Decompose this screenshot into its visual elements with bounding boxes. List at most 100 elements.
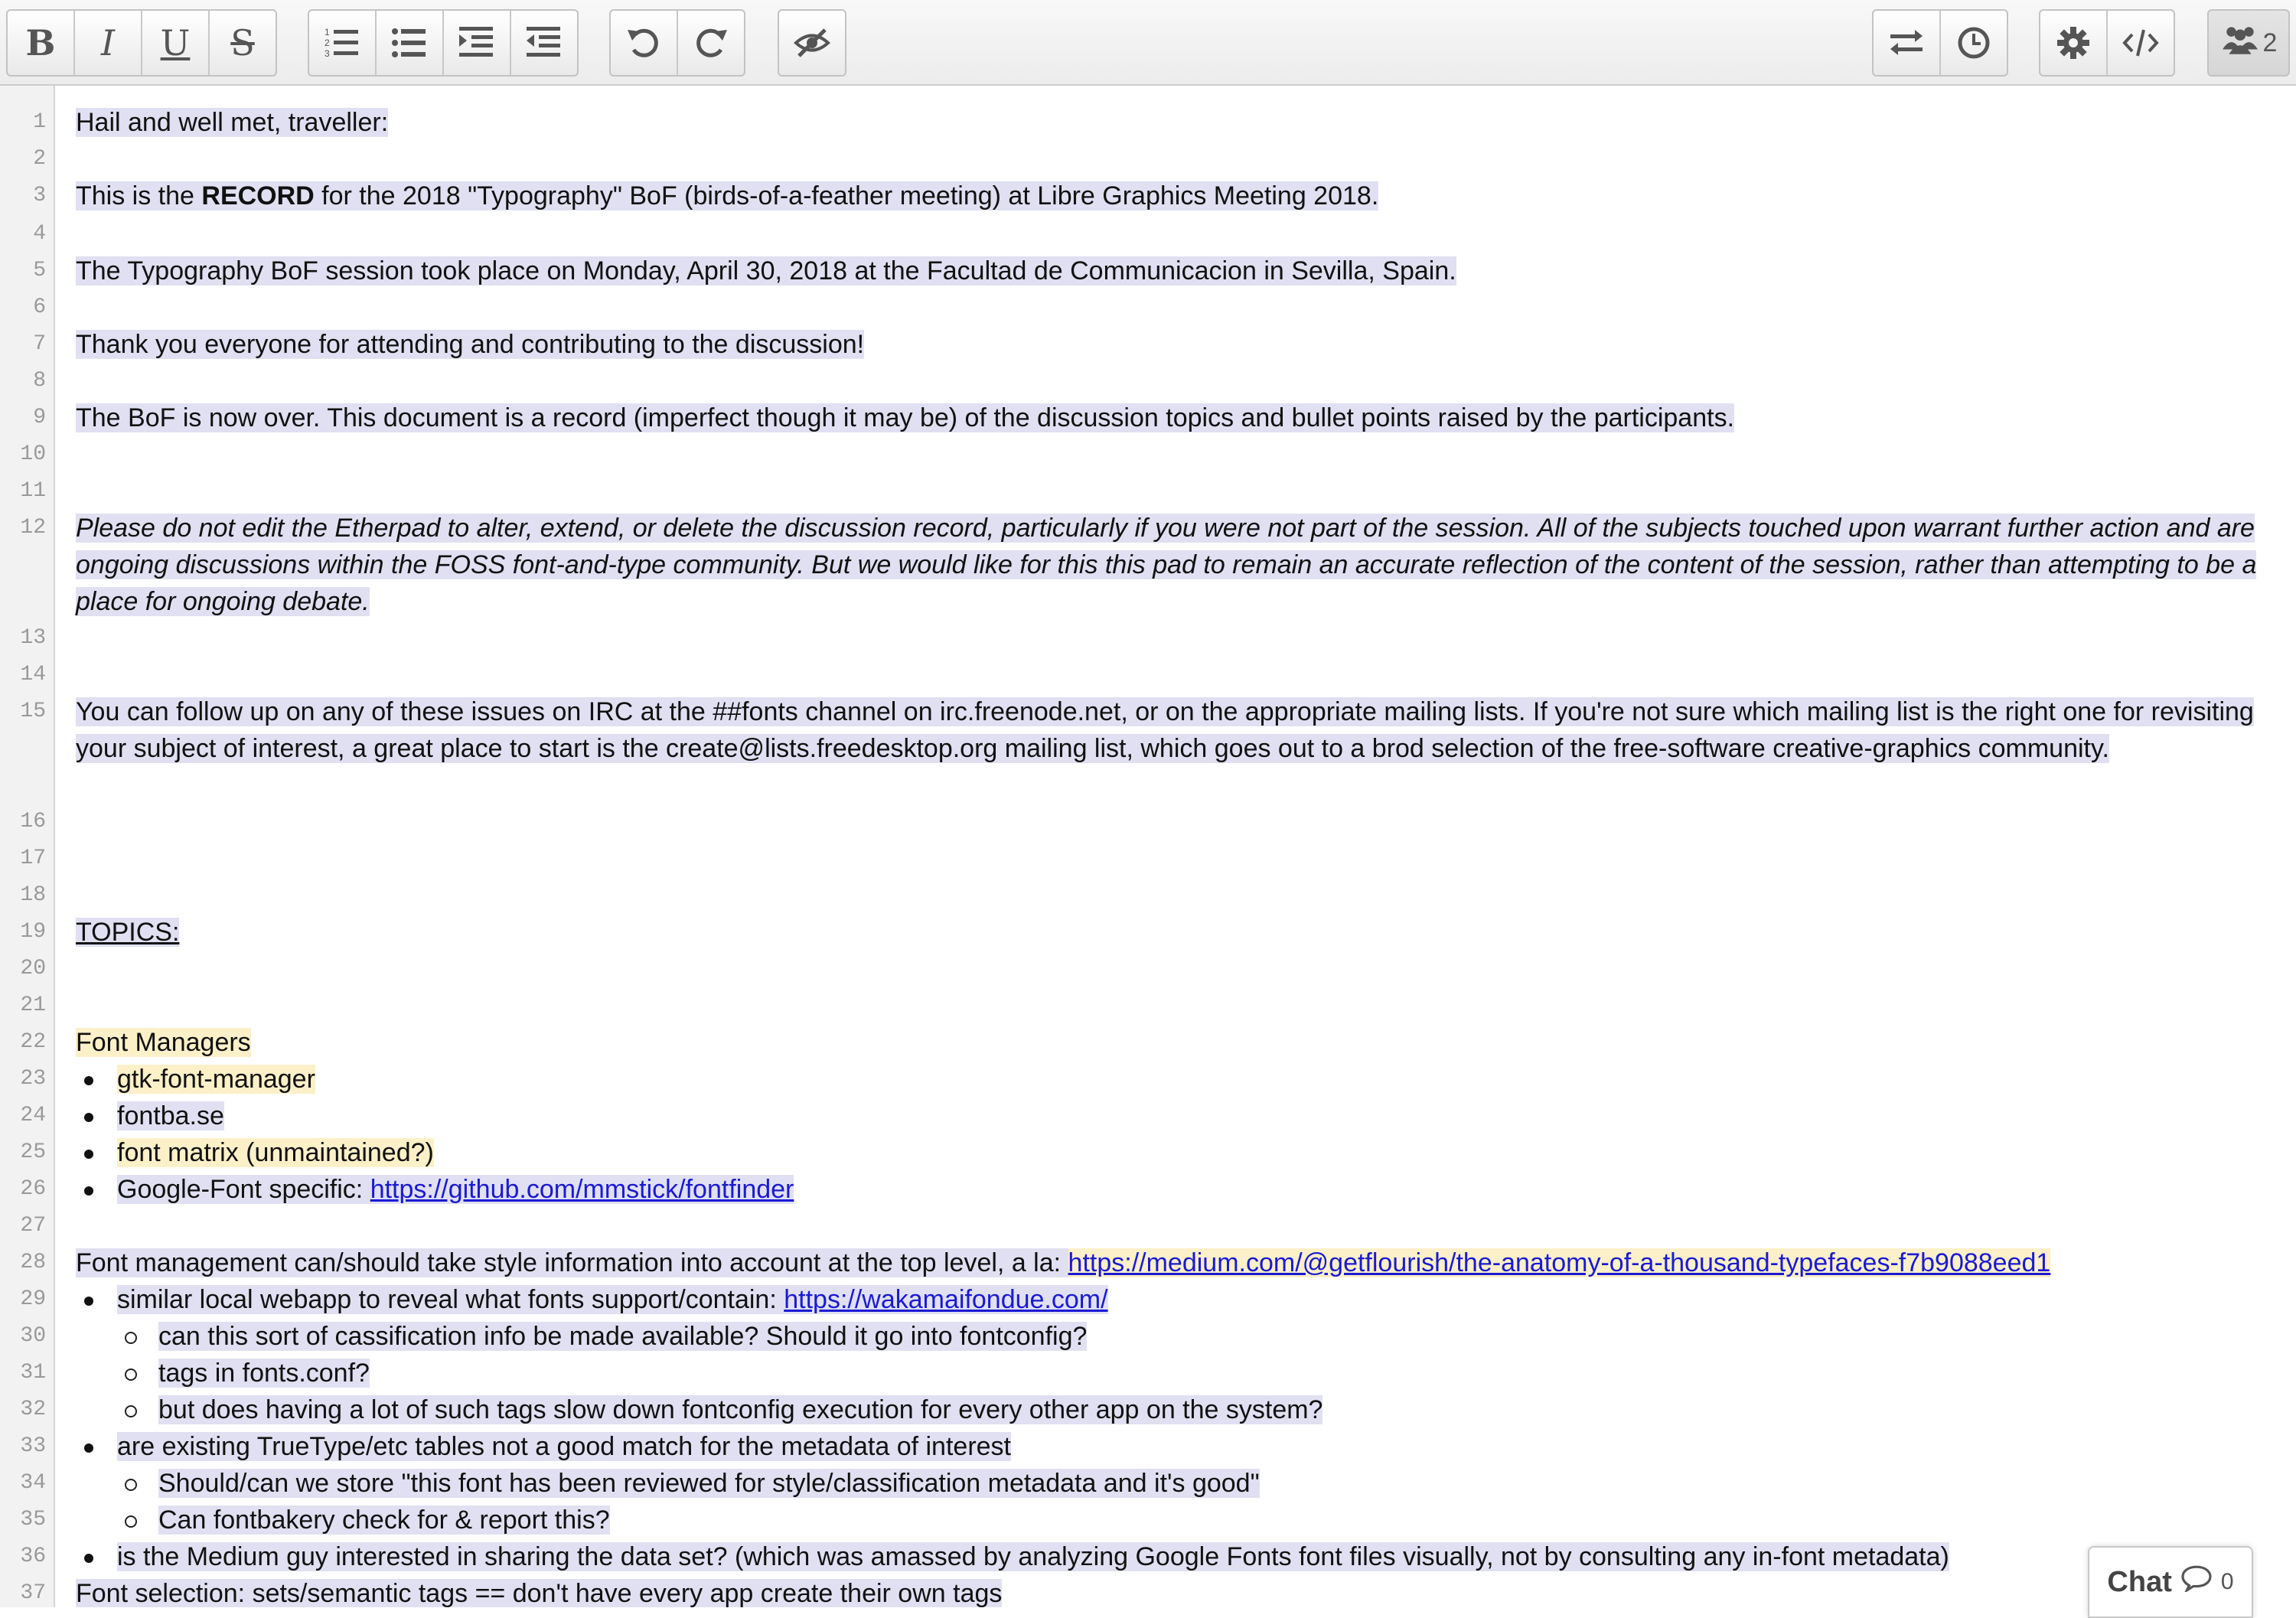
pad-line: Font management can/should take style in…	[76, 1248, 2051, 1277]
users-count: 2	[2262, 28, 2278, 57]
sub-bullet-icon	[125, 1332, 137, 1344]
pad-editor[interactable]: 1 2 3 4 5 6 7 8 9 10 11 12 13 14 15 16 1…	[0, 86, 2296, 1607]
line-number: 21	[20, 993, 46, 1017]
line-number: 20	[20, 957, 46, 980]
line-number: 17	[20, 847, 46, 870]
list-item: font matrix (unmaintained?)	[117, 1138, 434, 1167]
sub-bullet-icon	[125, 1479, 137, 1491]
svg-text:1: 1	[325, 27, 330, 38]
line-number: 12	[20, 516, 46, 540]
underline-icon[interactable]: U	[142, 11, 210, 75]
line-number: 30	[20, 1324, 46, 1348]
italic-icon[interactable]: I	[75, 11, 142, 75]
svg-text:3: 3	[325, 48, 330, 59]
redo-icon[interactable]	[678, 11, 744, 75]
fontfinder-link[interactable]: https://github.com/mmstick/fontfinder	[370, 1175, 794, 1204]
bullet-icon	[84, 1554, 93, 1563]
line-number: 6	[33, 295, 46, 319]
sub-bullet-icon	[125, 1368, 137, 1381]
line-number: 15	[20, 700, 46, 723]
users-icon	[2220, 24, 2260, 63]
line-number: 4	[33, 222, 46, 246]
unordered-list-icon[interactable]	[377, 11, 444, 75]
line-number: 5	[33, 259, 46, 282]
topics-heading: TOPICS:	[76, 918, 180, 947]
line-number: 25	[20, 1140, 46, 1164]
list-item: but does having a lot of such tags slow …	[158, 1395, 1323, 1424]
bullet-icon	[84, 1186, 93, 1196]
line-number: 22	[20, 1030, 46, 1054]
history-group	[609, 9, 745, 77]
clear-authorship-icon[interactable]	[779, 11, 845, 75]
medium-article-link[interactable]: https://medium.com/@getflourish/the-anat…	[1068, 1248, 2051, 1277]
pad-line: The Typography BoF session took place on…	[76, 256, 1456, 285]
line-number: 26	[20, 1177, 46, 1201]
line-number: 27	[20, 1214, 46, 1238]
chat-bubble-icon	[2180, 1564, 2213, 1600]
line-number: 9	[33, 406, 46, 429]
line-number: 14	[20, 663, 46, 687]
pad-line: Font selection: sets/semantic tags == do…	[76, 1579, 1003, 1607]
authorship-group	[778, 9, 846, 77]
pad-line-notice: Please do not edit the Etherpad to alter…	[76, 514, 2257, 616]
list-item: Should/can we store "this font has been …	[158, 1469, 1260, 1498]
list-item: are existing TrueType/etc tables not a g…	[117, 1432, 1012, 1461]
settings-group	[2039, 9, 2175, 77]
line-number: 29	[20, 1287, 46, 1311]
timeslider-icon[interactable]	[1941, 11, 2007, 75]
pad-line: Font Managers	[76, 1028, 251, 1057]
line-number: 7	[33, 332, 46, 356]
list-item: can this sort of cassification info be m…	[158, 1322, 1088, 1351]
chat-count: 0	[2220, 1569, 2234, 1594]
embed-icon[interactable]	[2108, 11, 2174, 75]
list-item: gtk-font-manager	[117, 1065, 315, 1094]
line-number: 24	[20, 1104, 46, 1127]
line-number: 23	[20, 1067, 46, 1091]
line-number: 8	[33, 369, 46, 393]
line-number: 37	[20, 1581, 46, 1605]
line-number: 31	[20, 1361, 46, 1385]
line-number: 36	[20, 1545, 46, 1568]
editor-toolbar: B I U S 123 2	[0, 0, 2296, 86]
pad-line: This is the RECORD for the 2018 "Typogra…	[76, 181, 1379, 210]
list-item: is the Medium guy interested in sharing …	[117, 1542, 1949, 1571]
outdent-icon[interactable]	[511, 11, 577, 75]
users-button[interactable]: 2	[2207, 9, 2290, 77]
line-number: 28	[20, 1251, 46, 1274]
bullet-icon	[84, 1297, 93, 1306]
line-number: 34	[20, 1471, 46, 1495]
ordered-list-icon[interactable]: 123	[309, 11, 377, 75]
pad-line: You can follow up on any of these issues…	[76, 697, 2254, 763]
line-number: 33	[20, 1434, 46, 1458]
line-number: 32	[20, 1398, 46, 1421]
svg-text:2: 2	[325, 38, 330, 48]
formatting-group: B I U S	[6, 9, 277, 77]
list-item: similar local webapp to reveal what font…	[117, 1285, 1108, 1314]
undo-icon[interactable]	[611, 11, 678, 75]
settings-icon[interactable]	[2040, 11, 2108, 75]
line-number: 35	[20, 1508, 46, 1532]
sub-bullet-icon	[125, 1515, 137, 1528]
indent-icon[interactable]	[444, 11, 511, 75]
wakamaifondue-link[interactable]: https://wakamaifondue.com/	[784, 1285, 1107, 1314]
list-item: tags in fonts.conf?	[158, 1359, 370, 1388]
pad-line: Hail and well met, traveller:	[76, 108, 389, 137]
bullet-icon	[84, 1150, 93, 1159]
line-number: 1	[33, 110, 46, 134]
list-group: 123	[308, 9, 579, 77]
bullet-icon	[84, 1076, 93, 1085]
list-item: fontba.se	[117, 1101, 224, 1130]
bold-icon[interactable]: B	[8, 11, 75, 75]
line-number: 11	[20, 479, 46, 503]
import-export-icon[interactable]	[1874, 11, 1941, 75]
line-number: 2	[33, 147, 46, 171]
line-number: 19	[20, 920, 46, 944]
line-number: 10	[20, 442, 46, 466]
chat-label: Chat	[2107, 1565, 2172, 1598]
line-number: 3	[33, 184, 46, 207]
strikethrough-icon[interactable]: S	[210, 11, 276, 75]
import-history-group	[1872, 9, 2008, 77]
bullet-icon	[84, 1443, 93, 1453]
line-number: 18	[20, 883, 46, 907]
line-number: 13	[20, 626, 46, 650]
